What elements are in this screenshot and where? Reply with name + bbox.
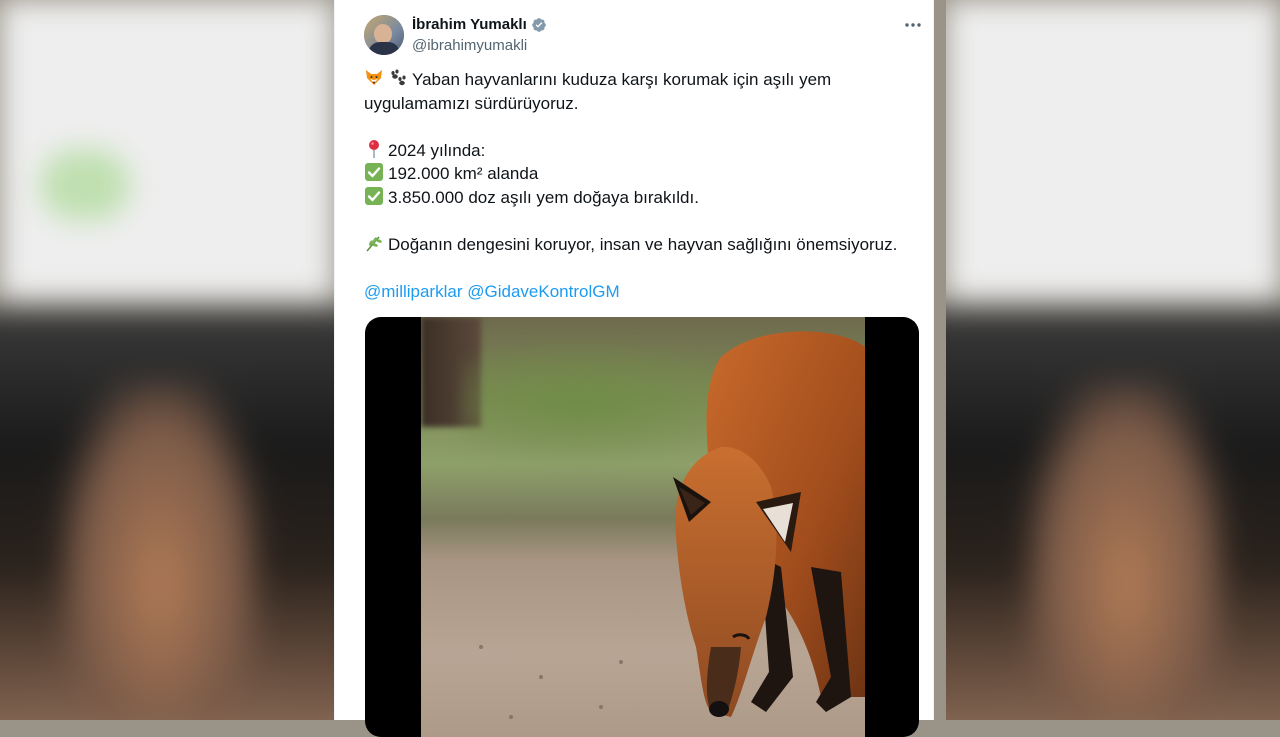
- tweet-line-6: Doğanın dengesini koruyor, insan ve hayv…: [364, 233, 914, 257]
- mention-gidavekontrolgm-link[interactable]: @GidaveKontrolGM: [467, 282, 619, 301]
- tweet-text-line-3: 2024 yılında:: [388, 140, 486, 160]
- fox-emoji-icon: [366, 70, 382, 85]
- video-player[interactable]: [365, 317, 919, 737]
- author-row: İbrahim Yumaklı: [412, 16, 547, 33]
- check-mark-button-emoji-icon: [365, 163, 383, 181]
- more-horizontal-icon: [905, 23, 921, 27]
- background-left: [0, 0, 334, 720]
- tweet-line-5: 3.850.000 doz aşılı yem doğaya bırakıldı…: [364, 186, 914, 210]
- round-pushpin-emoji-icon: [369, 139, 379, 158]
- avatar[interactable]: [364, 15, 404, 55]
- video-frame[interactable]: [421, 317, 865, 737]
- tweet-line-3: 2024 yılında:: [364, 139, 914, 163]
- tweet-text-line-4: 192.000 km² alanda: [388, 164, 539, 183]
- tweet-text: Yaban hayvanlarını kuduza karşı korumak …: [364, 68, 914, 303]
- paw-prints-emoji-icon: [391, 69, 406, 86]
- tweet-text-line-1: Yaban hayvanlarını kuduza karşı korumak …: [412, 70, 832, 89]
- tweet-card: İbrahim Yumaklı @ibrahimyumakli Yaban ha…: [334, 0, 934, 737]
- herb-emoji-icon: [366, 236, 382, 251]
- tweet-line-1: Yaban hayvanlarını kuduza karşı korumak …: [364, 68, 914, 92]
- tweet-text-line-5: 3.850.000 doz aşılı yem doğaya bırakıldı…: [388, 187, 699, 207]
- tweet-line-4: 192.000 km² alanda: [364, 162, 914, 186]
- tweet-text-line-6: Doğanın dengesini koruyor, insan ve hayv…: [388, 234, 898, 254]
- author-name[interactable]: İbrahim Yumaklı: [412, 16, 527, 33]
- check-mark-button-emoji-icon: [365, 186, 383, 205]
- background-right: [946, 0, 1280, 720]
- author-handle[interactable]: @ibrahimyumakli: [412, 37, 527, 54]
- more-options-button[interactable]: [901, 14, 925, 36]
- tweet-text-line-2: uygulamamızı sürdürüyoruz.: [364, 93, 579, 113]
- mentions-line: @milliparklar @GidaveKontrolGM: [364, 280, 914, 304]
- fox-image: [479, 331, 865, 719]
- verified-badge-icon[interactable]: [531, 17, 547, 33]
- mention-milliparklar-link[interactable]: @milliparklar: [364, 282, 463, 301]
